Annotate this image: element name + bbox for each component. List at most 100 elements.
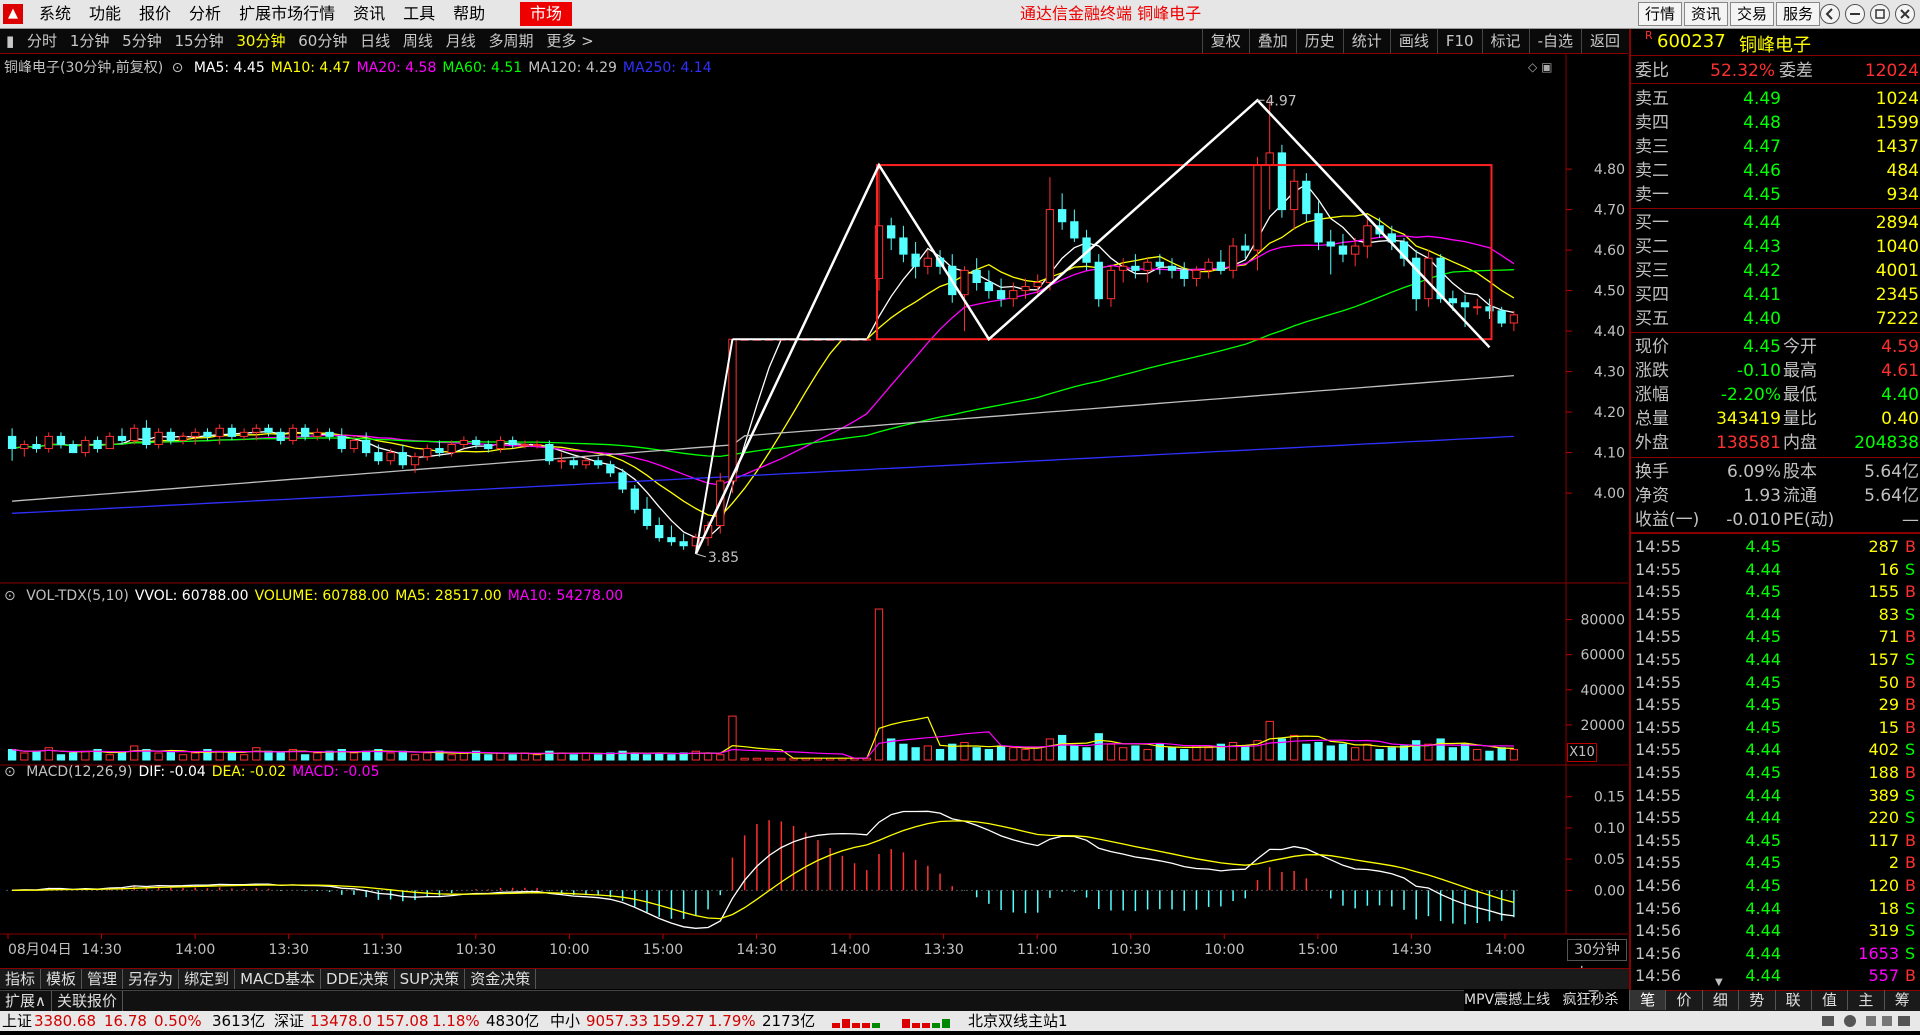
kline-chart-area[interactable]: 4.97 3.85 4.80 4.70 4.60 4.50 4.40 4.30 4.20 4.1… [0,54,1628,990]
fund-row-2[interactable]: 收益(一) -0.010 PE(动) — [1631,508,1920,532]
sh-index[interactable]: 3380.68 [34,1011,96,1031]
tick-row-0[interactable]: 14:55 4.45 287 B [1631,536,1920,559]
right-tab-7[interactable]: 筹 [1883,990,1920,1010]
news-button[interactable]: 资讯 [1683,2,1728,26]
tick-row-18[interactable]: 14:56 4.44 1653 S [1631,943,1920,966]
tool-watchlist[interactable]: -自选 [1528,29,1581,53]
tick-row-3[interactable]: 14:55 4.44 83 S [1631,604,1920,627]
tool-draw[interactable]: 画线 [1389,29,1437,53]
related-quotes-tab[interactable]: 关联报价 [52,991,123,1011]
tick-row-9[interactable]: 14:55 4.44 402 S [1631,739,1920,762]
zx-index[interactable]: 9057.33 [586,1011,648,1031]
trade-button[interactable]: 交易 [1729,2,1774,26]
promo-flash[interactable]: 疯狂秒杀 [1563,992,1619,1008]
tab-sup[interactable]: SUP决策 [395,969,466,989]
vol-legend-toggle-icon[interactable]: ⊙ [4,588,16,604]
period-15min[interactable]: 15分钟 [171,29,228,53]
right-tab-4[interactable]: 联 [1774,990,1811,1010]
menu-help[interactable]: 帮助 [444,0,494,28]
tick-row-13[interactable]: 14:55 4.45 117 B [1631,830,1920,853]
tick-row-16[interactable]: 14:56 4.44 18 S [1631,898,1920,921]
right-tab-6[interactable]: 主 [1847,990,1883,1010]
tool-adjust[interactable]: 复权 [1201,29,1249,53]
period-multi[interactable]: 多周期 [485,29,538,53]
ask-row-5[interactable]: 卖一 4.45 934 [1631,183,1920,207]
period-daily[interactable]: 日线 [356,29,394,53]
tab-save-as[interactable]: 另存为 [123,969,180,989]
ask-row-4[interactable]: 卖二 4.46 484 [1631,159,1920,183]
menu-tools[interactable]: 工具 [394,0,444,28]
tab-template[interactable]: 模板 [41,969,83,989]
ask-row-3[interactable]: 卖三 4.47 1437 [1631,135,1920,159]
period-more[interactable]: 更多 > [542,29,597,53]
ask-row-2[interactable]: 卖四 4.48 1599 [1631,111,1920,135]
period-weekly[interactable]: 周线 [399,29,437,53]
right-tab-2[interactable]: 细 [1701,990,1738,1010]
right-tab-1[interactable]: 价 [1665,990,1701,1010]
menu-news[interactable]: 资讯 [344,0,394,28]
back-icon[interactable] [1819,3,1841,25]
menu-ext-market[interactable]: 扩展市场行情 [230,0,344,28]
tab-indicator[interactable]: 指标 [0,969,42,989]
service-button[interactable]: 服务 [1775,2,1820,26]
tab-manage[interactable]: 管理 [82,969,124,989]
tick-row-14[interactable]: 14:55 4.45 2 B [1631,852,1920,875]
promo-mpv[interactable]: MPV震撼上线 [1464,992,1550,1008]
tick-row-15[interactable]: 14:56 4.45 120 B [1631,875,1920,898]
tick-row-5[interactable]: 14:55 4.44 157 S [1631,649,1920,672]
tool-f10[interactable]: F10 [1436,29,1482,53]
tick-row-12[interactable]: 14:55 4.44 220 S [1631,807,1920,830]
tool-back[interactable]: 返回 [1580,29,1628,53]
tick-row-6[interactable]: 14:55 4.45 50 B [1631,672,1920,695]
market-button[interactable]: 市场 [520,2,572,26]
close-icon[interactable] [1894,3,1916,25]
tab-macd-basic[interactable]: MACD基本 [235,969,322,989]
period-intraday[interactable]: 分时 [23,29,61,53]
period-5min[interactable]: 5分钟 [118,29,166,53]
tick-row-11[interactable]: 14:55 4.44 389 S [1631,785,1920,808]
period-monthly[interactable]: 月线 [442,29,480,53]
fund-row-1[interactable]: 净资 1.93 流通 5.64亿 [1631,484,1920,508]
bid-row-1[interactable]: 买一 4.44 2894 [1631,211,1920,235]
quote-row-4[interactable]: 外盘 138581 内盘 204838 [1631,431,1920,455]
ask-row-1[interactable]: 卖五 4.49 1024 [1631,87,1920,111]
menu-system[interactable]: 系统 [30,0,80,28]
tick-row-7[interactable]: 14:55 4.45 29 B [1631,694,1920,717]
server-name[interactable]: 北京双线主站1 [968,1011,1068,1031]
tick-row-8[interactable]: 14:55 4.45 15 B [1631,717,1920,740]
minimize-icon[interactable] [1844,3,1866,25]
period-panel-toggle-icon[interactable]: ▮ [0,29,18,53]
menu-function[interactable]: 功能 [80,0,130,28]
bid-row-5[interactable]: 买五 4.40 7222 [1631,307,1920,331]
tool-stats[interactable]: 统计 [1342,29,1390,53]
right-tab-0[interactable]: 笔 [1629,990,1666,1010]
tool-history[interactable]: 历史 [1295,29,1343,53]
sz-index[interactable]: 13478.0 [310,1011,372,1031]
tick-row-19[interactable]: 14:56 4.44 557 B [1631,965,1920,988]
tab-bind-to[interactable]: 绑定到 [179,969,236,989]
period-60min[interactable]: 60分钟 [294,29,351,53]
quote-row-0[interactable]: 现价 4.45 今开 4.59 [1631,335,1920,359]
tick-row-10[interactable]: 14:55 4.45 188 B [1631,762,1920,785]
tick-row-1[interactable]: 14:55 4.44 16 S [1631,559,1920,582]
quote-row-1[interactable]: 涨跌 -0.10 最高 4.61 [1631,359,1920,383]
tick-row-17[interactable]: 14:56 4.44 319 S [1631,920,1920,943]
tab-dde[interactable]: DDE决策 [321,969,395,989]
quote-row-2[interactable]: 涨幅 -2.20% 最低 4.40 [1631,383,1920,407]
bid-row-2[interactable]: 买二 4.43 1040 [1631,235,1920,259]
maximize-icon[interactable] [1869,3,1891,25]
right-tab-5[interactable]: 值 [1810,990,1847,1010]
quote-row-3[interactable]: 总量 343419 量比 0.40 [1631,407,1920,431]
fund-row-0[interactable]: 换手 6.09% 股本 5.64亿 [1631,460,1920,484]
bid-row-3[interactable]: 买三 4.42 4001 [1631,259,1920,283]
bid-row-4[interactable]: 买四 4.41 2345 [1631,283,1920,307]
period-1min[interactable]: 1分钟 [66,29,114,53]
quote-button[interactable]: 行情 [1637,2,1682,26]
diamond-icon[interactable]: ◇ [1528,60,1537,74]
tick-row-2[interactable]: 14:55 4.45 155 B [1631,581,1920,604]
tool-overlay[interactable]: 叠加 [1248,29,1296,53]
tick-row-4[interactable]: 14:55 4.45 71 B [1631,626,1920,649]
panel-icon[interactable]: ▣ [1541,60,1552,74]
tool-mark[interactable]: 标记 [1481,29,1529,53]
macd-legend-toggle-icon[interactable]: ⊙ [4,764,16,780]
